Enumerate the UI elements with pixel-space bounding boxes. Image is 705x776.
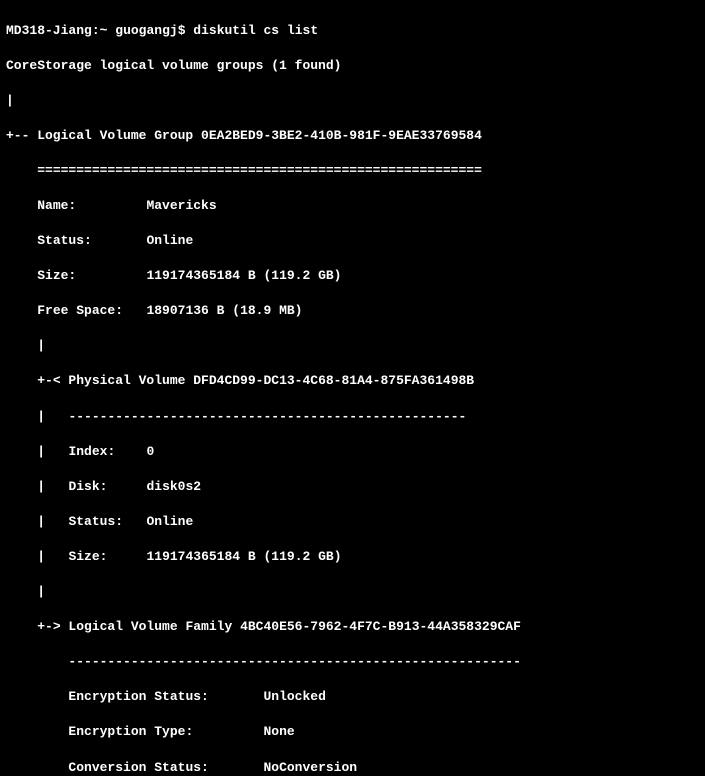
index-label: Index: <box>68 444 115 459</box>
lvg-name-row: Name: Mavericks <box>6 197 699 215</box>
pv-index-row: | Index: 0 <box>6 443 699 461</box>
terminal-output: MD318-Jiang:~ guogangj$ diskutil cs list… <box>0 0 705 776</box>
lvf-convstatus-row: Conversion Status: NoConversion <box>6 759 699 776</box>
lvf-divider: ----------------------------------------… <box>6 653 699 671</box>
pv-disk-row: | Disk: disk0s2 <box>6 478 699 496</box>
pv-header: +-< Physical Volume DFD4CD99-DC13-4C68-8… <box>6 372 699 390</box>
lvf-uuid: 4BC40E56-7962-4F7C-B913-44A358329CAF <box>240 619 521 634</box>
prompt-host: MD318-Jiang <box>6 23 92 38</box>
size-label: Size: <box>37 268 76 283</box>
prompt-path: ~ <box>100 23 108 38</box>
encstatus-label: Encryption Status: <box>68 689 208 704</box>
prompt-line[interactable]: MD318-Jiang:~ guogangj$ diskutil cs list <box>6 22 699 40</box>
lvf-enctype: None <box>263 724 294 739</box>
lvg-uuid: 0EA2BED9-3BE2-410B-981F-9EAE33769584 <box>201 128 482 143</box>
convstatus-label: Conversion Status: <box>68 760 208 775</box>
lvf-header: +-> Logical Volume Family 4BC40E56-7962-… <box>6 618 699 636</box>
lvg-status-row: Status: Online <box>6 232 699 250</box>
pv-size-row: | Size: 119174365184 B (119.2 GB) <box>6 548 699 566</box>
lvg-size: 119174365184 B (119.2 GB) <box>146 268 341 283</box>
status-label: Status: <box>68 514 123 529</box>
pv-status: Online <box>146 514 193 529</box>
tree-pipe: | <box>6 583 699 601</box>
size-label: Size: <box>68 549 107 564</box>
lvf-convstatus: NoConversion <box>263 760 357 775</box>
tree-pipe: | <box>6 92 699 110</box>
lvg-status: Online <box>146 233 193 248</box>
disk-label: Disk: <box>68 479 107 494</box>
lvf-encstatus: Unlocked <box>263 689 325 704</box>
lvf-enctype-row: Encryption Type: None <box>6 723 699 741</box>
command-text: diskutil cs list <box>193 23 318 38</box>
enctype-label: Encryption Type: <box>68 724 193 739</box>
lvg-divider: ========================================… <box>6 162 699 180</box>
pv-uuid: DFD4CD99-DC13-4C68-81A4-875FA361498B <box>193 373 474 388</box>
header-line: CoreStorage logical volume groups (1 fou… <box>6 57 699 75</box>
freespace-label: Free Space: <box>37 303 123 318</box>
lvg-name: Mavericks <box>146 198 216 213</box>
status-label: Status: <box>37 233 92 248</box>
pv-divider: | --------------------------------------… <box>6 408 699 426</box>
pv-index: 0 <box>146 444 154 459</box>
lvg-header: +-- Logical Volume Group 0EA2BED9-3BE2-4… <box>6 127 699 145</box>
pv-size: 119174365184 B (119.2 GB) <box>146 549 341 564</box>
pv-disk: disk0s2 <box>146 479 201 494</box>
lvg-size-row: Size: 119174365184 B (119.2 GB) <box>6 267 699 285</box>
prompt-user: guogangj <box>115 23 177 38</box>
name-label: Name: <box>37 198 76 213</box>
lvg-freespace-row: Free Space: 18907136 B (18.9 MB) <box>6 302 699 320</box>
pv-status-row: | Status: Online <box>6 513 699 531</box>
tree-pipe: | <box>6 337 699 355</box>
lvf-encstatus-row: Encryption Status: Unlocked <box>6 688 699 706</box>
lvg-freespace: 18907136 B (18.9 MB) <box>146 303 302 318</box>
